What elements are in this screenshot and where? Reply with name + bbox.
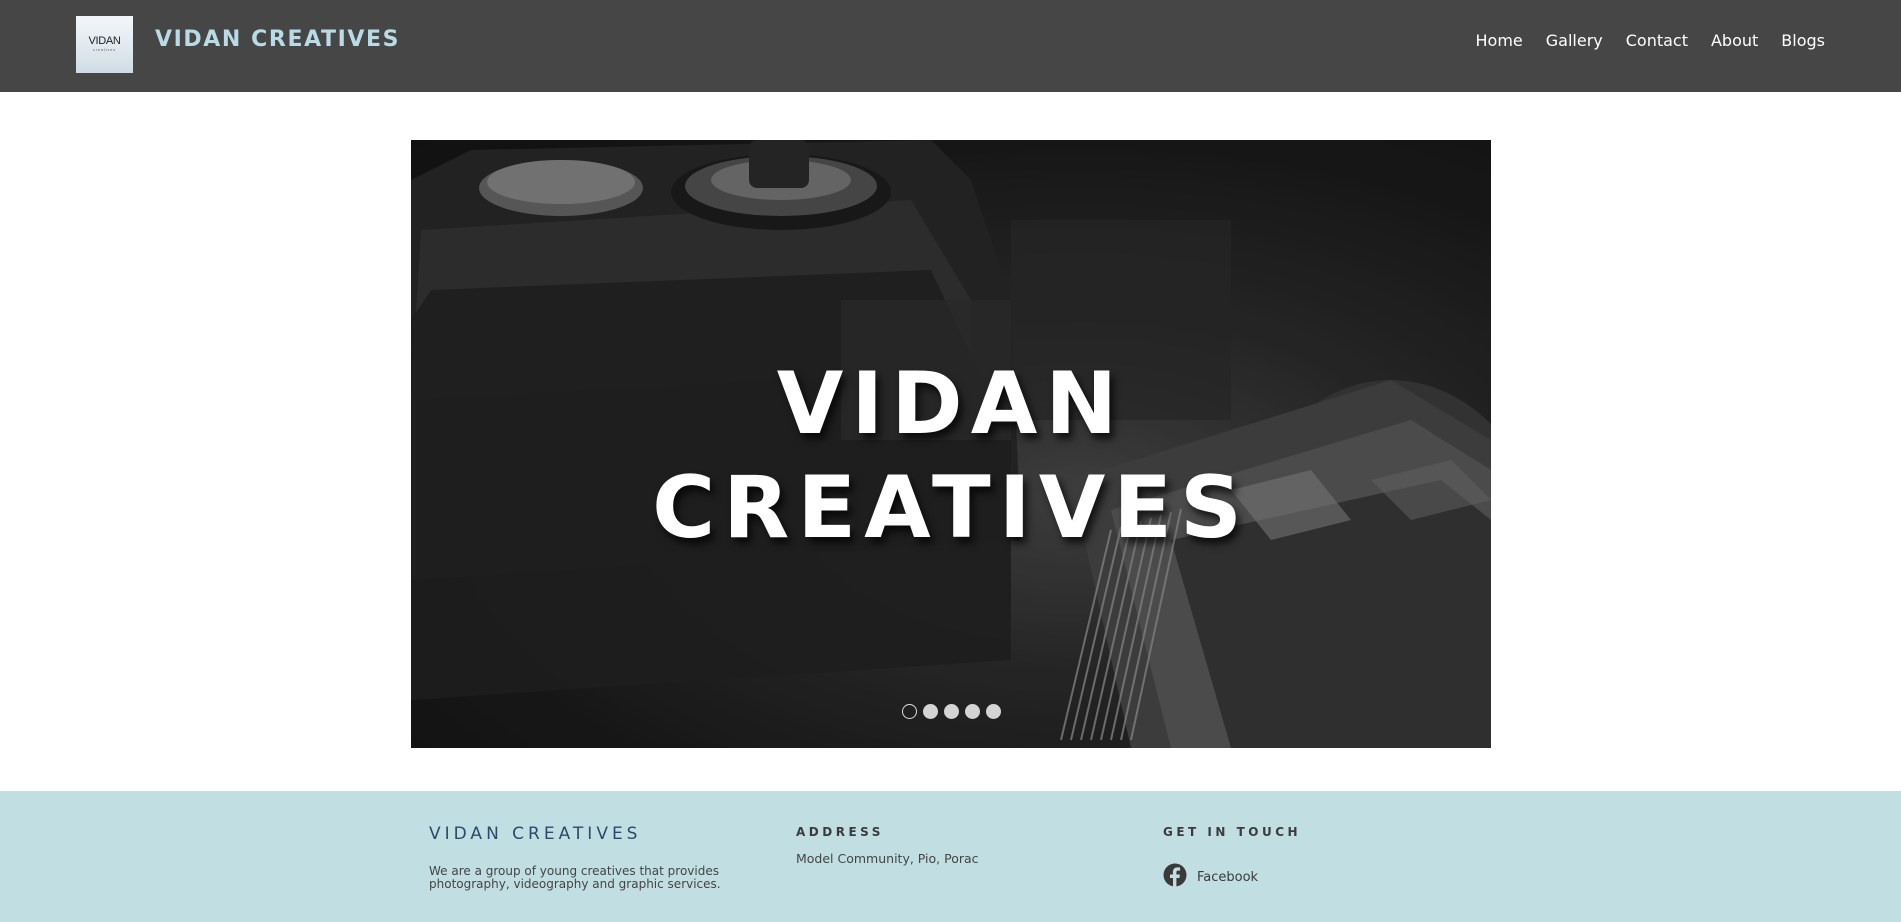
slide-dot-5[interactable]	[985, 704, 1001, 719]
hero-title: VIDAN CREATIVES	[411, 352, 1491, 560]
nav-gallery[interactable]: Gallery	[1546, 33, 1603, 49]
nav-home[interactable]: Home	[1476, 33, 1523, 49]
slide-dot-1[interactable]	[901, 704, 917, 719]
facebook-icon	[1163, 863, 1187, 891]
nav-about[interactable]: About	[1711, 33, 1758, 49]
facebook-link[interactable]: Facebook	[1163, 863, 1258, 891]
slide-dot-2[interactable]	[922, 704, 938, 719]
main-nav: Home Gallery Contact About Blogs	[1476, 33, 1826, 49]
address-heading: ADDRESS	[796, 825, 884, 839]
site-header: VIDAN creatives VIDAN CREATIVES Home Gal…	[0, 0, 1901, 92]
contact-heading: GET IN TOUCH	[1163, 825, 1302, 839]
address-text: Model Community, Pio, Porac	[796, 851, 979, 866]
site-brand[interactable]: VIDAN CREATIVES	[155, 29, 400, 51]
logo-text: VIDAN	[88, 35, 121, 48]
facebook-label: Facebook	[1197, 869, 1259, 885]
hero-slideshow[interactable]: VIDAN CREATIVES	[411, 140, 1491, 748]
footer-description: We are a group of young creatives that p…	[429, 864, 721, 891]
footer-brand: VIDAN CREATIVES	[429, 824, 642, 844]
site-footer: VIDAN CREATIVES We are a group of young …	[0, 791, 1901, 922]
nav-contact[interactable]: Contact	[1626, 33, 1688, 49]
nav-blogs[interactable]: Blogs	[1781, 33, 1825, 49]
hero-title-line-2: CREATIVES	[652, 458, 1250, 558]
logo[interactable]: VIDAN creatives	[76, 16, 133, 73]
slide-dot-4[interactable]	[964, 704, 980, 719]
slide-dot-3[interactable]	[943, 704, 959, 719]
logo-subtext: creatives	[92, 48, 116, 53]
slide-indicators	[411, 704, 1491, 719]
hero-title-line-1: VIDAN	[776, 354, 1126, 454]
